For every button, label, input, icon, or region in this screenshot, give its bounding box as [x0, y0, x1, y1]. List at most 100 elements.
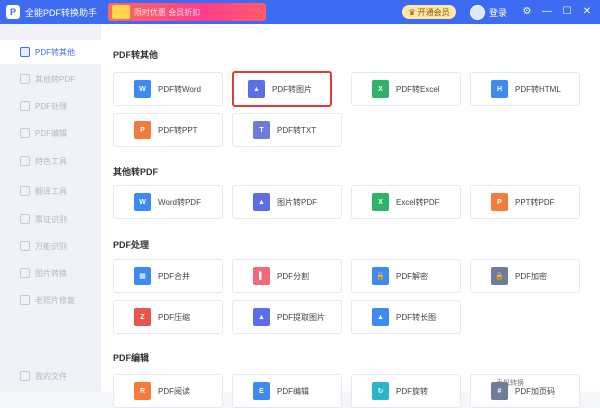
pdf-to-txt-card[interactable]: T PDF转TXT	[232, 113, 342, 147]
pdf-edit-card[interactable]: E PDF编辑	[232, 374, 342, 408]
read-icon: R	[134, 382, 151, 400]
sidebar-item-pdf-edit[interactable]: PDF编辑	[0, 121, 101, 145]
app-title: 全能PDF转换助手	[25, 7, 98, 18]
sidebar-item-other-to-pdf[interactable]: 其他转PDF	[0, 67, 101, 91]
gift-icon	[112, 5, 130, 19]
folder-icon	[20, 371, 30, 381]
pdf-add-page-number-card[interactable]: # PDF加页码	[470, 374, 580, 408]
sidebar-item-label: PDF处理	[35, 101, 67, 111]
login-link[interactable]: 登录	[489, 6, 507, 19]
html-icon: H	[491, 80, 508, 98]
excel-icon: X	[372, 80, 389, 98]
merge-icon: ▦	[134, 267, 151, 285]
sidebar-item-image-convert[interactable]: 图片转换	[0, 261, 101, 285]
pdf-encrypt-card[interactable]: 🔒 PDF加密	[470, 259, 580, 293]
sidebar-item-photo-restore[interactable]: 老照片修复	[0, 288, 101, 312]
card-label: PDF转图片	[272, 84, 312, 94]
split-icon: ▌	[253, 267, 270, 285]
card-label: PDF转TXT	[277, 125, 317, 135]
maximize-icon[interactable]: ☐	[560, 4, 574, 19]
pdf-to-image-card[interactable]: ▲ PDF转图片	[232, 71, 332, 107]
image-icon	[20, 268, 30, 278]
promo-text: 限时优惠 会员折扣	[134, 7, 201, 17]
file-icon	[20, 74, 30, 84]
excel-to-pdf-card[interactable]: X Excel转PDF	[351, 185, 461, 219]
edit-icon	[20, 128, 30, 138]
app-logo-icon: P	[6, 5, 20, 19]
translate-icon	[20, 186, 30, 196]
pdf-compress-card[interactable]: Z PDF压缩	[113, 300, 223, 334]
promo-banner[interactable]: 限时优惠 会员折扣	[108, 3, 266, 21]
ppt-to-pdf-card[interactable]: P PPT转PDF	[470, 185, 580, 219]
card-label: PDF提取图片	[277, 312, 325, 322]
sidebar-item-label: PDF转其他	[35, 47, 75, 57]
card-label: PDF转HTML	[515, 84, 561, 94]
sidebar-item-universal-ocr[interactable]: 万能识别	[0, 234, 101, 258]
lock-icon: 🔒	[491, 267, 508, 285]
excel-icon: X	[372, 193, 389, 211]
close-icon[interactable]: ✕	[580, 4, 594, 19]
photo-icon	[20, 295, 30, 305]
word-icon: W	[134, 80, 151, 98]
card-label: PDF加密	[515, 271, 547, 281]
pdf-merge-card[interactable]: ▦ PDF合并	[113, 259, 223, 293]
tools-icon	[20, 156, 30, 166]
image-icon: ▲	[248, 80, 265, 98]
card-label: PDF旋转	[396, 386, 428, 396]
card-label: PDF编辑	[277, 386, 309, 396]
pdf-to-html-card[interactable]: H PDF转HTML	[470, 72, 580, 106]
sidebar-item-label: 翻译工具	[35, 186, 67, 196]
card-label: PDF合并	[158, 271, 190, 281]
sidebar-item-label: 其他转PDF	[35, 74, 75, 84]
section-title: 其他转PDF	[113, 167, 159, 177]
card-label: PPT转PDF	[515, 197, 555, 207]
image-icon: ▲	[253, 193, 270, 211]
minimize-icon[interactable]: —	[540, 4, 554, 19]
sidebar-item-my-files[interactable]: 我的文件	[0, 364, 101, 388]
long-image-icon: ▲	[372, 308, 389, 326]
ticket-icon	[20, 214, 30, 224]
word-icon: W	[134, 193, 151, 211]
pdf-decrypt-card[interactable]: 🔓 PDF解密	[351, 259, 461, 293]
section-title: PDF转其他	[113, 50, 159, 60]
file-icon	[20, 47, 30, 57]
open-vip-button[interactable]: ♛ 开通会员	[402, 5, 456, 19]
sidebar-item-label: PDF编辑	[35, 128, 67, 138]
sidebar-item-special-tools[interactable]: 特色工具	[0, 149, 101, 173]
pdf-read-card[interactable]: R PDF阅读	[113, 374, 223, 408]
sidebar: PDF转其他 其他转PDF PDF处理 PDF编辑 特色工具 翻译工具 票证识别…	[0, 24, 101, 392]
avatar[interactable]	[470, 5, 485, 20]
sidebar-item-pdf-process[interactable]: PDF处理	[0, 94, 101, 118]
pdf-split-card[interactable]: ▌ PDF分割	[232, 259, 342, 293]
crown-icon: ♛	[408, 7, 416, 17]
card-label: 图片转PDF	[277, 197, 317, 207]
unlock-icon: 🔓	[372, 267, 389, 285]
sidebar-item-label: 特色工具	[35, 156, 67, 166]
pdf-extract-image-card[interactable]: ▲ PDF提取图片	[232, 300, 342, 334]
sidebar-item-ticket-ocr[interactable]: 票证识别	[0, 207, 101, 231]
card-label: PDF分割	[277, 271, 309, 281]
open-vip-label: 开通会员	[417, 7, 450, 17]
sidebar-item-pdf-to-other[interactable]: PDF转其他	[0, 40, 101, 64]
word-to-pdf-card[interactable]: W Word转PDF	[113, 185, 223, 219]
sidebar-item-label: 图片转换	[35, 268, 67, 278]
edit-icon: E	[253, 382, 270, 400]
settings-icon[interactable]: ⚙	[520, 4, 534, 19]
card-label: PDF转Excel	[396, 84, 440, 94]
phone-transfer-link[interactable]: 手机转换	[496, 378, 524, 388]
pdf-to-word-card[interactable]: W PDF转Word	[113, 72, 223, 106]
pdf-rotate-card[interactable]: ↻ PDF旋转	[351, 374, 461, 408]
scan-icon	[20, 241, 30, 251]
title-bar: P 全能PDF转换助手 限时优惠 会员折扣 ♛ 开通会员 登录 ⚙ — ☐ ✕	[0, 0, 600, 24]
pdf-to-ppt-card[interactable]: P PDF转PPT	[113, 113, 223, 147]
sidebar-item-translate[interactable]: 翻译工具	[0, 179, 101, 203]
pdf-to-long-image-card[interactable]: ▲ PDF转长图	[351, 300, 461, 334]
section-title: PDF处理	[113, 240, 150, 250]
section-title: PDF编辑	[113, 353, 150, 363]
pdf-to-excel-card[interactable]: X PDF转Excel	[351, 72, 461, 106]
sidebar-item-label: 我的文件	[35, 371, 67, 381]
card-label: PDF转PPT	[158, 125, 198, 135]
image-to-pdf-card[interactable]: ▲ 图片转PDF	[232, 185, 342, 219]
process-icon	[20, 101, 30, 111]
txt-icon: T	[253, 121, 270, 139]
